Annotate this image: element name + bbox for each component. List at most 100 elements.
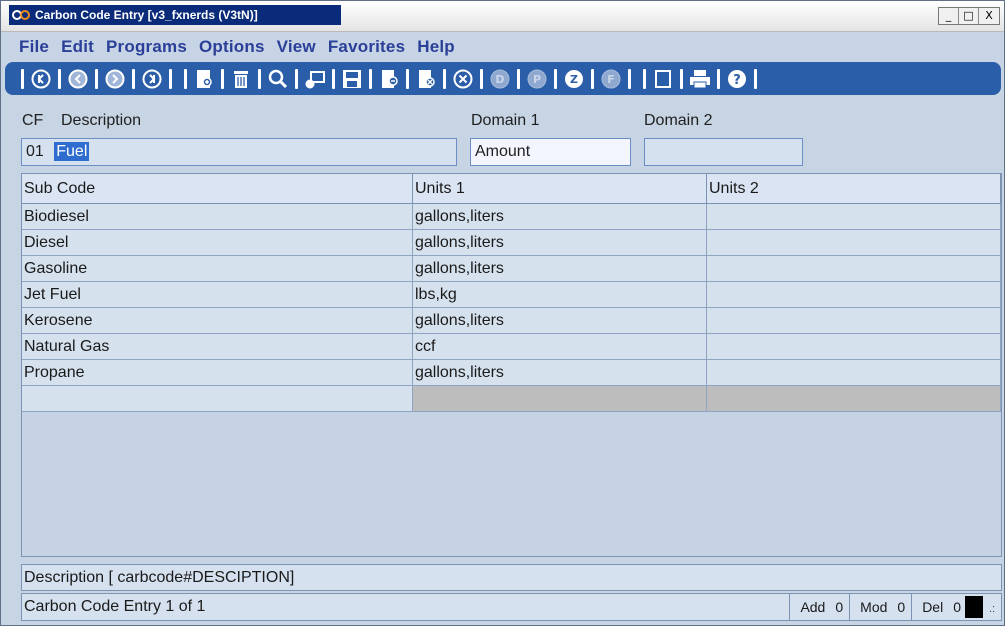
search-icon[interactable]	[267, 68, 289, 90]
del-counter: Del 0	[911, 594, 963, 620]
units1-cell[interactable]: gallons,liters	[413, 204, 707, 230]
next-record-icon[interactable]	[104, 68, 126, 90]
window-controls: _ □ X	[938, 7, 1000, 25]
menu-options[interactable]: Options	[199, 37, 265, 57]
units1-cell[interactable]: gallons,liters	[413, 360, 707, 386]
units2-cell[interactable]	[707, 230, 1001, 256]
toolbar-separator	[332, 68, 335, 89]
column-header-sub-code[interactable]: Sub Code	[22, 174, 413, 204]
table-row[interactable]: Jet Fuel lbs,kg	[22, 282, 1001, 308]
units2-cell[interactable]	[707, 204, 1001, 230]
sub-code-cell[interactable]: Diesel	[22, 230, 413, 256]
sub-code-grid: Sub Code Units 1 Units 2 Biodiesel gallo…	[21, 173, 1002, 557]
units2-cell[interactable]	[707, 308, 1001, 334]
units2-cell[interactable]	[707, 386, 1001, 412]
close-button[interactable]: X	[979, 8, 999, 24]
units1-cell[interactable]: lbs,kg	[413, 282, 707, 308]
table-row[interactable]: Natural Gas ccf	[22, 334, 1001, 360]
resize-grip-icon[interactable]: .:	[983, 596, 1001, 618]
p-icon[interactable]: P	[526, 68, 548, 90]
mod-label: Mod	[860, 599, 888, 615]
toolbar-separator	[169, 68, 172, 89]
table-row[interactable]: Biodiesel gallons,liters	[22, 204, 1001, 230]
table-row-new[interactable]	[22, 386, 1001, 412]
table-row[interactable]: Diesel gallons,liters	[22, 230, 1001, 256]
column-header-units-1[interactable]: Units 1	[413, 174, 707, 204]
maximize-button[interactable]: □	[959, 8, 979, 24]
app-window: Carbon Code Entry [v3_fxnerds (V3tN)] _ …	[0, 0, 1005, 626]
column-header-units-2[interactable]: Units 2	[707, 174, 1001, 204]
domain1-label: Domain 1	[471, 112, 540, 129]
domain1-value: Amount	[475, 143, 531, 160]
window-title: Carbon Code Entry [v3_fxnerds (V3tN)]	[35, 8, 258, 22]
menu-help[interactable]: Help	[417, 37, 455, 57]
svg-text:P: P	[533, 73, 541, 86]
record-counters: Add 0 Mod 0 Del 0 .:	[789, 594, 1001, 620]
units1-cell[interactable]: ccf	[413, 334, 707, 360]
domain2-label: Domain 2	[644, 112, 713, 129]
table-row[interactable]: Kerosene gallons,liters	[22, 308, 1001, 334]
record-info-text: Carbon Code Entry 1 of 1	[24, 598, 206, 615]
title-bar[interactable]: Carbon Code Entry [v3_fxnerds (V3tN)] _ …	[1, 1, 1004, 32]
help-icon[interactable]: ?	[726, 68, 748, 90]
units2-cell[interactable]	[707, 334, 1001, 360]
table-row[interactable]: Gasoline gallons,liters	[22, 256, 1001, 282]
previous-record-icon[interactable]	[67, 68, 89, 90]
lookup-icon[interactable]	[304, 68, 326, 90]
units1-cell[interactable]: gallons,liters	[413, 308, 707, 334]
first-record-icon[interactable]	[30, 68, 52, 90]
app-logo-icon	[12, 10, 30, 20]
minimize-button[interactable]: _	[939, 8, 959, 24]
report-icon[interactable]	[652, 68, 674, 90]
sub-code-cell[interactable]	[22, 386, 413, 412]
toolbar-separator	[406, 68, 409, 89]
domain2-field[interactable]	[644, 138, 803, 166]
sub-code-cell[interactable]: Propane	[22, 360, 413, 386]
svg-text:?: ?	[733, 73, 741, 88]
add-count: 0	[835, 599, 844, 615]
sub-code-cell[interactable]: Jet Fuel	[22, 282, 413, 308]
menu-favorites[interactable]: Favorites	[328, 37, 405, 57]
menu-view[interactable]: View	[277, 37, 316, 57]
units2-cell[interactable]	[707, 360, 1001, 386]
print-icon[interactable]	[689, 68, 711, 90]
sub-code-cell[interactable]: Natural Gas	[22, 334, 413, 360]
save-icon[interactable]	[341, 68, 363, 90]
toolbar-separator	[221, 68, 224, 89]
f-icon[interactable]: F	[600, 68, 622, 90]
last-record-icon[interactable]	[141, 68, 163, 90]
d-icon[interactable]: D	[489, 68, 511, 90]
units2-cell[interactable]	[707, 256, 1001, 282]
status-indicator	[965, 596, 983, 618]
table-row[interactable]: Propane gallons,liters	[22, 360, 1001, 386]
units2-cell[interactable]	[707, 282, 1001, 308]
description-label: Description	[61, 112, 142, 129]
description-field[interactable]: 01 Fuel	[21, 138, 457, 166]
svg-text:Z: Z	[570, 73, 578, 86]
menu-edit[interactable]: Edit	[61, 37, 94, 57]
units1-cell[interactable]: gallons,liters	[413, 230, 707, 256]
sub-code-cell[interactable]: Biodiesel	[22, 204, 413, 230]
delete-icon[interactable]	[230, 68, 252, 90]
sub-code-cell[interactable]: Kerosene	[22, 308, 413, 334]
add-label: Add	[800, 599, 826, 615]
void-icon[interactable]	[415, 68, 437, 90]
copy-icon[interactable]	[378, 68, 400, 90]
cancel-icon[interactable]	[452, 68, 474, 90]
cf-code-value: 01	[26, 143, 44, 160]
toolbar-separator	[58, 68, 61, 89]
del-count: 0	[953, 599, 961, 615]
menu-programs[interactable]: Programs	[106, 37, 187, 57]
add-counter: Add 0	[789, 594, 849, 620]
menu-file[interactable]: File	[19, 37, 49, 57]
toolbar-separator	[184, 68, 187, 89]
new-record-icon[interactable]	[193, 68, 215, 90]
toolbar: D P Z F ?	[5, 62, 1001, 95]
cf-label: CF	[22, 112, 44, 129]
units1-cell[interactable]: gallons,liters	[413, 256, 707, 282]
domain1-field[interactable]: Amount	[470, 138, 631, 166]
toolbar-separator	[517, 68, 520, 89]
sub-code-cell[interactable]: Gasoline	[22, 256, 413, 282]
z-icon[interactable]: Z	[563, 68, 585, 90]
units1-cell[interactable]	[413, 386, 707, 412]
